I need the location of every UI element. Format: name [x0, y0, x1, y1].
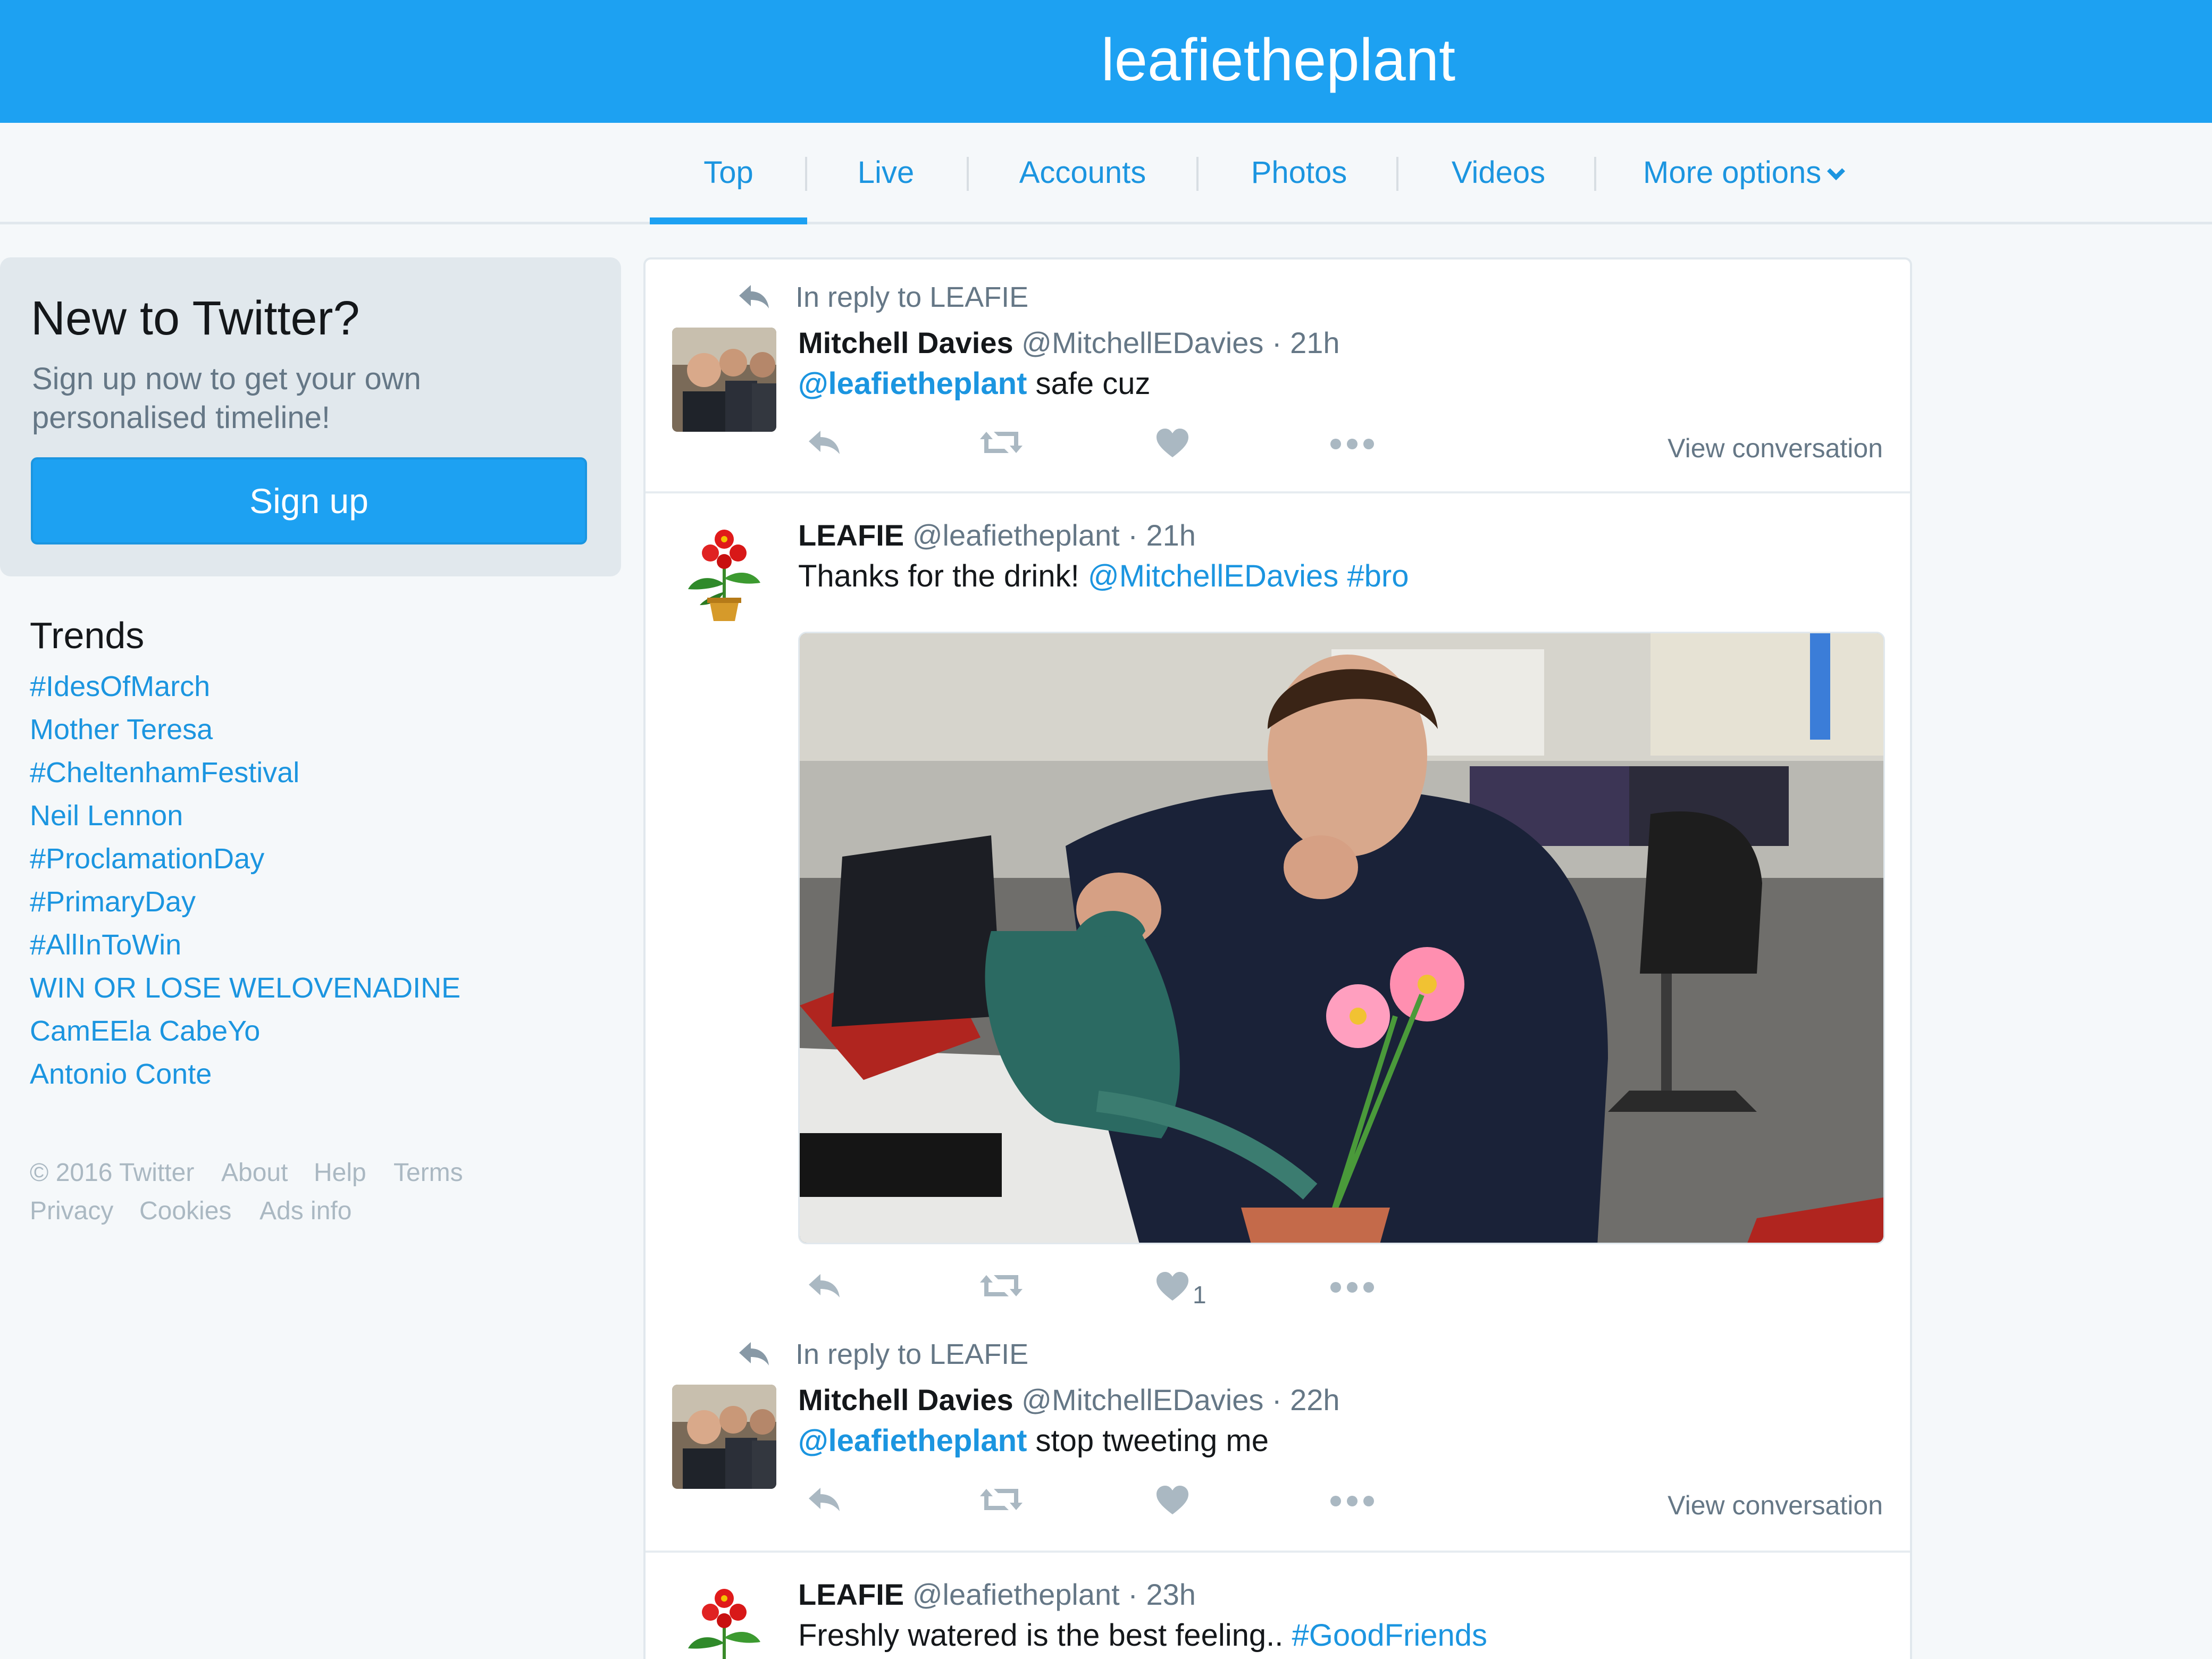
tab-top[interactable]: Top	[650, 155, 807, 224]
nav-separator	[1396, 157, 1398, 191]
tweet-text: @leafietheplant safe cuz	[798, 366, 1151, 401]
reply-icon[interactable]	[806, 1271, 843, 1301]
heart-icon[interactable]	[1155, 1271, 1189, 1302]
trends-heading: Trends	[30, 615, 145, 656]
tweet-actions: 1	[798, 1271, 1883, 1313]
footer-copyright: © 2016 Twitter	[30, 1159, 195, 1187]
tweet-text: Freshly watered is the best feeling.. #G…	[798, 1618, 1487, 1653]
trend-item[interactable]: #ProclamationDay	[30, 842, 264, 875]
retweet-icon[interactable]	[979, 1485, 1024, 1514]
tweet[interactable]: In reply to LEAFIE Mitchell Davies @Mitc…	[646, 259, 1910, 493]
avatar[interactable]	[672, 328, 776, 432]
footer-terms-link[interactable]: Terms	[393, 1158, 463, 1187]
mention-link[interactable]: @leafietheplant	[798, 1423, 1027, 1458]
footer-privacy-link[interactable]: Privacy	[30, 1196, 113, 1226]
trend-item[interactable]: WIN OR LOSE WELOVENADINE	[30, 971, 460, 1004]
reply-context: In reply to LEAFIE	[739, 281, 1028, 314]
more-icon[interactable]	[1330, 1281, 1375, 1293]
like-count: 1	[1193, 1281, 1206, 1309]
heart-icon[interactable]	[1155, 1485, 1189, 1515]
reply-icon[interactable]	[806, 1485, 843, 1514]
footer-cookies-link[interactable]: Cookies	[139, 1196, 231, 1226]
nav-separator	[1196, 157, 1199, 191]
trend-item[interactable]: #IdesOfMarch	[30, 670, 210, 703]
tab-live[interactable]: Live	[830, 155, 942, 224]
view-conversation-link[interactable]: View conversation	[1668, 1490, 1883, 1521]
tweet-author[interactable]: LEAFIE @leafietheplant · 23h	[798, 1577, 1196, 1612]
avatar[interactable]	[672, 1385, 776, 1489]
tweet-actions: View conversation	[798, 428, 1883, 470]
nav-separator	[967, 157, 969, 191]
signup-text: Sign up now to get your own personalised…	[32, 362, 421, 435]
timeline: In reply to LEAFIE Mitchell Davies @Mitc…	[643, 257, 1912, 1659]
signup-button[interactable]: Sign up	[31, 457, 587, 544]
tweet[interactable]: In reply to LEAFIE Mitchell Davies @Mitc…	[646, 1319, 1910, 1553]
tweet-author[interactable]: Mitchell Davies @MitchellEDavies · 21h	[798, 325, 1340, 360]
retweet-icon[interactable]	[979, 1271, 1024, 1301]
tweet-text: Thanks for the drink! @MitchellEDavies #…	[798, 559, 1409, 593]
view-conversation-link[interactable]: View conversation	[1668, 433, 1883, 464]
hashtag-link[interactable]: #GoodFriends	[1292, 1618, 1487, 1653]
tab-accounts[interactable]: Accounts	[1000, 155, 1166, 224]
tab-videos[interactable]: Videos	[1436, 155, 1561, 224]
hashtag-link[interactable]: #bro	[1338, 559, 1409, 593]
trend-item[interactable]: Mother Teresa	[30, 713, 213, 746]
trend-item[interactable]: Neil Lennon	[30, 799, 183, 832]
tweet[interactable]: LEAFIE @leafietheplant · 23h Freshly wat…	[646, 1553, 1910, 1659]
mention-link[interactable]: @MitchellEDavies	[1088, 559, 1338, 593]
tab-photos[interactable]: Photos	[1234, 155, 1364, 224]
search-nav: Top Live Accounts Photos Videos More opt…	[0, 123, 2212, 224]
trend-item[interactable]: #AllInToWin	[30, 928, 181, 961]
avatar[interactable]	[672, 1579, 776, 1659]
reply-context: In reply to LEAFIE	[739, 1338, 1028, 1371]
reply-icon	[739, 1342, 769, 1365]
top-header: leafietheplant	[0, 0, 2212, 123]
avatar[interactable]	[672, 520, 776, 624]
trend-item[interactable]: Antonio Conte	[30, 1058, 212, 1091]
footer-help-link[interactable]: Help	[314, 1158, 366, 1187]
nav-separator	[1594, 157, 1596, 191]
tweet-author[interactable]: Mitchell Davies @MitchellEDavies · 22h	[798, 1382, 1340, 1417]
trend-item[interactable]: CamEEla CabeYo	[30, 1015, 260, 1048]
tweet-author[interactable]: LEAFIE @leafietheplant · 21h	[798, 518, 1196, 552]
tab-more-options[interactable]: More options	[1643, 155, 1866, 224]
tweet-actions: View conversation	[798, 1485, 1883, 1527]
signup-panel: New to Twitter? Sign up now to get your …	[0, 257, 621, 576]
heart-icon[interactable]	[1155, 428, 1189, 458]
chevron-down-icon	[1827, 162, 1846, 180]
nav-separator	[805, 157, 807, 191]
trend-item[interactable]: #CheltenhamFestival	[30, 756, 299, 789]
trend-item[interactable]: #PrimaryDay	[30, 885, 196, 918]
tweet-text: @leafietheplant stop tweeting me	[798, 1423, 1269, 1458]
footer-ads-info-link[interactable]: Ads info	[259, 1196, 351, 1226]
reply-icon	[739, 285, 769, 308]
reply-icon[interactable]	[806, 428, 843, 457]
page-title: leafietheplant	[1101, 27, 1456, 93]
mention-link[interactable]: @leafietheplant	[798, 366, 1027, 401]
more-icon[interactable]	[1330, 438, 1375, 450]
footer-about-link[interactable]: About	[221, 1158, 288, 1187]
more-icon[interactable]	[1330, 1495, 1375, 1507]
signup-heading: New to Twitter?	[31, 292, 360, 345]
retweet-icon[interactable]	[979, 428, 1024, 457]
tweet-photo[interactable]	[798, 632, 1885, 1244]
